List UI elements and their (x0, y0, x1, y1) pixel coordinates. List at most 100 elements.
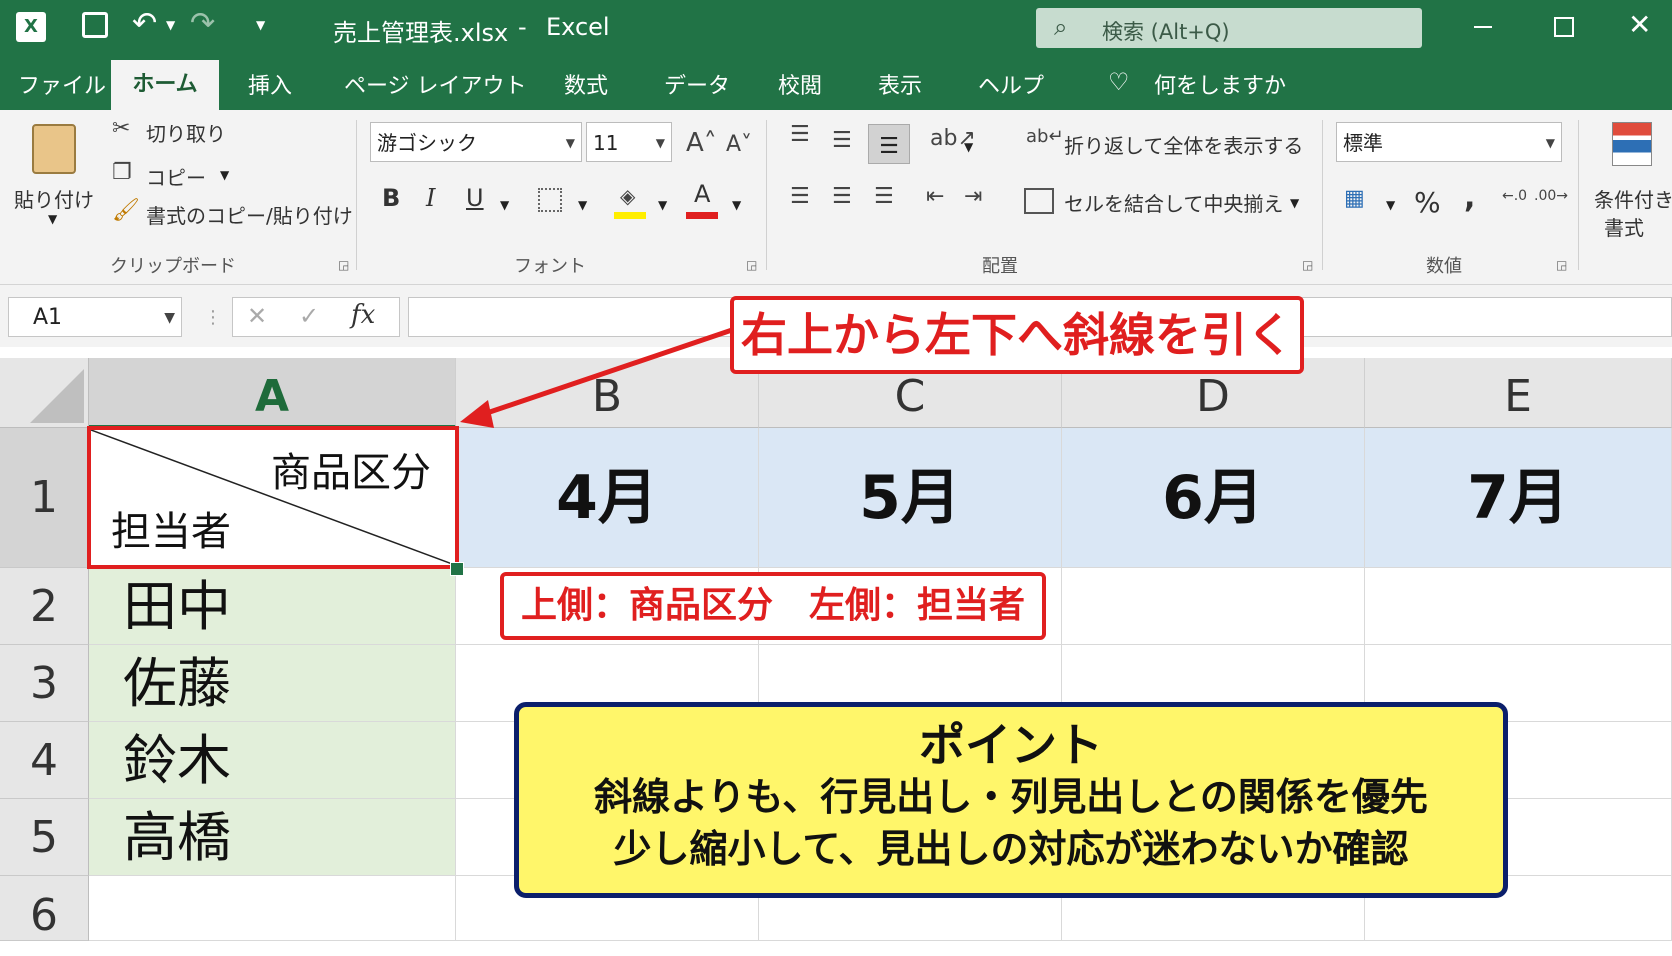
align-right-icon[interactable]: ☰ (874, 184, 894, 209)
align-left-icon[interactable]: ☰ (790, 184, 810, 209)
number-launcher-icon[interactable]: ◲ (1556, 258, 1567, 272)
underline-button[interactable]: U (466, 184, 484, 212)
fill-color-icon[interactable]: ◈ (614, 184, 646, 220)
merge-center-button[interactable]: セルを結合して中央揃え (1064, 188, 1283, 217)
tab-data[interactable]: データ (664, 68, 730, 100)
row-header-4[interactable]: 4 (0, 722, 89, 799)
wrap-text-button[interactable]: 折り返して全体を表示する (1064, 130, 1303, 159)
row-header-6[interactable]: 6 (0, 876, 89, 941)
italic-button[interactable]: I (426, 184, 435, 212)
cell-a6[interactable] (89, 876, 456, 941)
a1-top-label: 商品区分 (271, 450, 431, 496)
decrease-indent-icon[interactable]: ⇤ (926, 184, 944, 209)
insert-function-button[interactable]: fx (351, 300, 375, 330)
redo-icon[interactable]: ↷ (190, 6, 215, 41)
tab-insert[interactable]: 挿入 (248, 68, 292, 100)
align-top-icon[interactable]: ☰ (790, 122, 810, 147)
increase-indent-icon[interactable]: ⇥ (964, 184, 982, 209)
cell-a3[interactable]: 佐藤 (89, 645, 456, 722)
bold-button[interactable]: B (382, 184, 400, 212)
font-color-letter: A (694, 180, 711, 208)
tab-formulas[interactable]: 数式 (564, 68, 608, 100)
font-launcher-icon[interactable]: ◲ (746, 258, 757, 272)
increase-decimal-icon[interactable]: ←.0 (1502, 188, 1527, 204)
tab-review[interactable]: 校閲 (778, 68, 822, 100)
confirm-entry-icon[interactable]: ✓ (299, 302, 319, 330)
undo-dropdown-icon[interactable]: ▼ (166, 18, 175, 32)
cell-b1[interactable]: 4月 (456, 428, 759, 568)
column-header-e[interactable]: E (1365, 358, 1672, 428)
paste-icon[interactable] (32, 124, 76, 174)
currency-dropdown-icon[interactable]: ▼ (1386, 198, 1395, 212)
close-icon[interactable]: ✕ (1628, 8, 1651, 41)
row-header-3[interactable]: 3 (0, 645, 89, 722)
column-header-b[interactable]: B (456, 358, 759, 428)
currency-icon[interactable]: ▦ (1344, 186, 1365, 211)
copy-dropdown-icon[interactable]: ▼ (220, 168, 229, 182)
orientation-dropdown-icon[interactable]: ▼ (964, 140, 973, 154)
alignment-launcher-icon[interactable]: ◲ (1302, 258, 1313, 272)
cell-c1[interactable]: 5月 (759, 428, 1062, 568)
merge-dropdown-icon[interactable]: ▼ (1290, 196, 1299, 210)
cell-e2[interactable] (1365, 568, 1672, 645)
column-header-a[interactable]: A (89, 358, 456, 428)
font-size-select[interactable]: 11 ▼ (586, 122, 672, 162)
fill-handle[interactable] (450, 562, 464, 576)
tab-help[interactable]: ヘルプ (978, 68, 1044, 100)
align-center-icon[interactable]: ☰ (832, 184, 852, 209)
tab-home[interactable]: ホーム (111, 60, 219, 110)
tell-me-box[interactable]: 何をしますか (1154, 68, 1286, 100)
font-color-icon[interactable]: A (686, 180, 718, 220)
conditional-formatting-button[interactable]: 条件付き (1594, 184, 1672, 213)
font-color-dropdown-icon[interactable]: ▼ (732, 198, 741, 212)
cut-button[interactable]: 切り取り (146, 118, 226, 147)
clipboard-group-label: クリップボード (110, 256, 236, 277)
fill-color-dropdown-icon[interactable]: ▼ (658, 198, 667, 212)
row-header-2[interactable]: 2 (0, 568, 89, 645)
cell-a5[interactable]: 高橋 (89, 799, 456, 876)
borders-icon[interactable] (538, 188, 562, 212)
formula-bar-grip-icon: ⋮ (204, 307, 222, 328)
undo-icon[interactable]: ↶ (132, 6, 157, 41)
row-header-5[interactable]: 5 (0, 799, 89, 876)
cell-a2[interactable]: 田中 (89, 568, 456, 645)
decrease-decimal-icon[interactable]: .00→ (1534, 188, 1568, 204)
paste-dropdown-icon[interactable]: ▼ (48, 212, 57, 226)
paste-button[interactable]: 貼り付け (14, 184, 94, 213)
font-name-select[interactable]: 游ゴシック ▼ (370, 122, 582, 162)
decrease-font-icon[interactable]: A˅ (726, 132, 752, 157)
copy-button[interactable]: コピー (146, 162, 206, 191)
name-box[interactable]: A1 ▼ (8, 297, 182, 337)
row-header-1[interactable]: 1 (0, 428, 89, 568)
cell-d2[interactable] (1062, 568, 1365, 645)
cell-e1[interactable]: 7月 (1365, 428, 1672, 568)
align-bottom-icon[interactable]: ☰ (868, 124, 910, 164)
ribbon: 貼り付け ▼ ✂ 切り取り ❐ コピー ▼ 🖌 書式のコピー/貼り付け クリップ… (0, 110, 1672, 285)
tab-view[interactable]: 表示 (878, 68, 922, 100)
clipboard-launcher-icon[interactable]: ◲ (338, 258, 349, 272)
comma-button[interactable]: , (1464, 180, 1475, 215)
maximize-icon[interactable] (1554, 17, 1574, 37)
tab-page-layout[interactable]: ページ レイアウト (344, 68, 527, 100)
format-painter-button[interactable]: 書式のコピー/貼り付け (146, 200, 353, 229)
cell-a4[interactable]: 鈴木 (89, 722, 456, 799)
increase-font-icon[interactable]: A˄ (686, 128, 717, 158)
save-icon[interactable] (82, 12, 108, 38)
cell-d1[interactable]: 6月 (1062, 428, 1365, 568)
percent-button[interactable]: % (1414, 186, 1441, 219)
underline-dropdown-icon[interactable]: ▼ (500, 198, 509, 212)
select-all-corner[interactable] (0, 358, 89, 428)
align-middle-icon[interactable]: ☰ (832, 128, 852, 153)
cancel-entry-icon[interactable]: ✕ (247, 302, 267, 330)
font-group-label: フォント (514, 256, 586, 277)
search-placeholder: 検索 (Alt+Q) (1102, 20, 1230, 44)
wrap-text-icon: ab↵ (1026, 126, 1064, 147)
search-box[interactable]: ⌕ 検索 (Alt+Q) (1036, 8, 1422, 48)
cell-a1[interactable]: 商品区分 担当者 (87, 426, 459, 569)
borders-dropdown-icon[interactable]: ▼ (578, 198, 587, 212)
minimize-icon[interactable] (1474, 26, 1492, 28)
qat-customize-icon[interactable]: ▼ (256, 18, 265, 32)
tab-file[interactable]: ファイル (18, 68, 106, 100)
name-box-value: A1 (33, 305, 63, 330)
number-format-select[interactable]: 標準 ▼ (1336, 122, 1562, 162)
